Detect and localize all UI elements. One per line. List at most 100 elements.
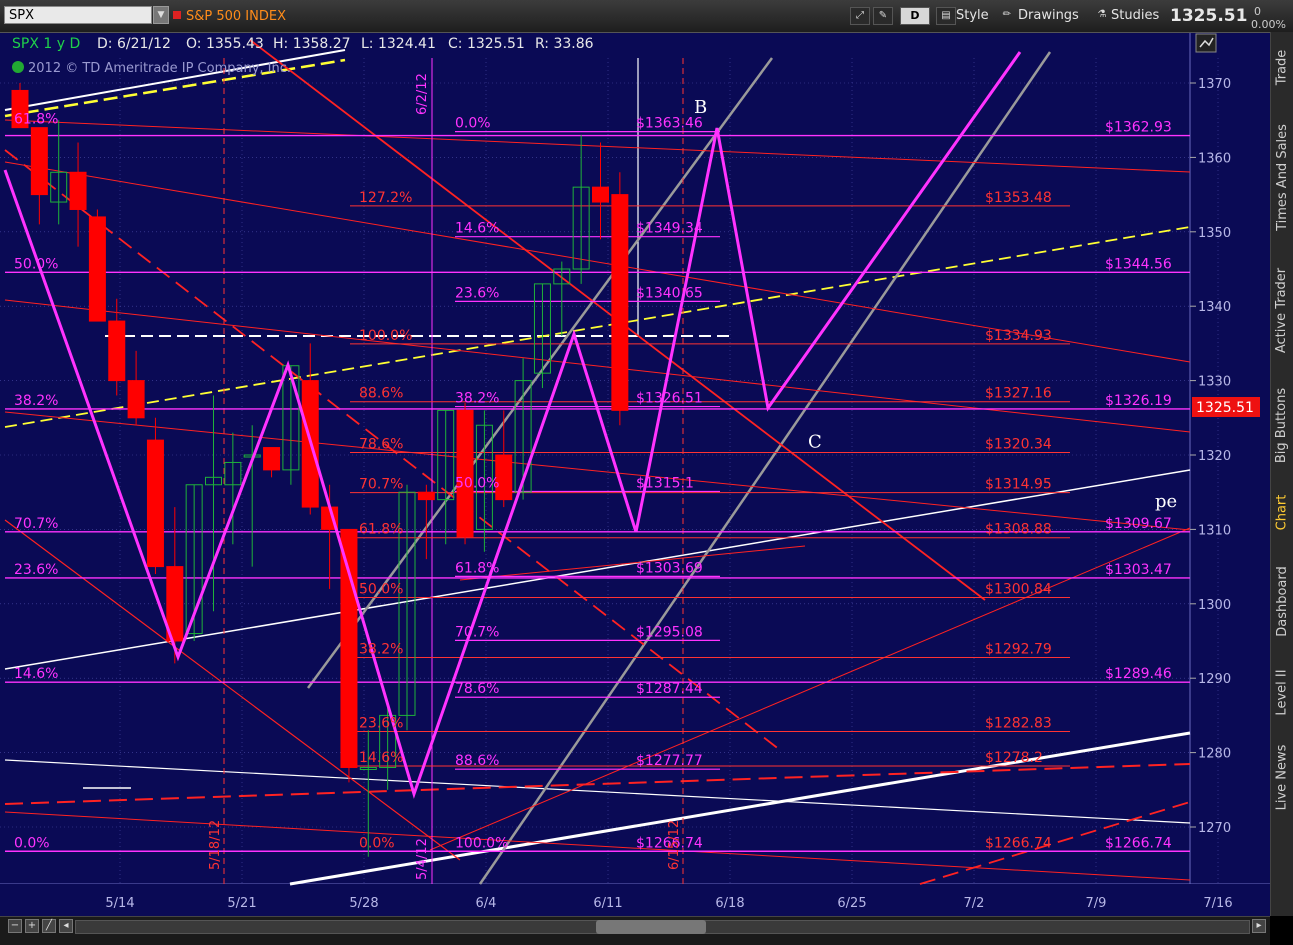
percent-change: 0.00% (1251, 18, 1286, 31)
y-tick-label-2: 1290 (1198, 672, 1231, 687)
sidebar-tab-active-trader[interactable]: Active Trader (1272, 255, 1292, 365)
x-tick-label-3: 6/4 (476, 896, 497, 911)
scroll-left-icon[interactable]: ◂ (59, 919, 73, 933)
y-tick-label-8: 1350 (1198, 226, 1231, 241)
crosshair-icon[interactable]: ⤢ (850, 7, 870, 25)
fib-left-pct-6: 0.0% (14, 835, 50, 851)
candle-body-21 (417, 491, 435, 501)
price-level-label-4: $1327.16 (985, 386, 1052, 402)
chevron-down-icon[interactable]: ▼ (153, 6, 169, 24)
price-change: 0 (1254, 5, 1261, 18)
y-tick-label-3: 1300 (1198, 598, 1231, 613)
fib-mid-price-1: $1349.34 (636, 221, 703, 237)
header-interval[interactable]: SPX 1 y D (12, 36, 80, 52)
fib-mid-pct-4: 50.0% (455, 475, 499, 491)
fib-red-pct-6: 50.0% (359, 582, 403, 598)
scroll-thumb[interactable] (596, 920, 706, 934)
sidebar-tab-level-ii[interactable]: Level II (1272, 660, 1292, 725)
fib-red-pct-9: 14.6% (359, 750, 403, 766)
price-level-label-16: $1266.74 (985, 835, 1052, 851)
fib-left-pct-2: 38.2% (14, 393, 58, 409)
x-tick-label-5: 6/18 (715, 896, 744, 911)
date-label-0: 6/2/12 (415, 73, 430, 115)
y-tick-label-10: 1370 (1198, 77, 1231, 92)
header-range: R: 33.86 (535, 36, 594, 52)
price-level-label-15: $1278.2 (985, 750, 1043, 766)
scroll-right-icon[interactable]: ▸ (1252, 919, 1266, 933)
flag-icon (173, 11, 181, 19)
sidebar-tab-dashboard[interactable]: Dashboard (1272, 555, 1292, 647)
fib-red-pct-5: 61.8% (359, 522, 403, 538)
fib-mid-pct-0: 0.0% (455, 116, 491, 132)
fib-left-pct-4: 23.6% (14, 562, 58, 578)
price-level-label-8: $1309.67 (1105, 516, 1172, 532)
sidebar-tab-chart[interactable]: Chart (1272, 482, 1292, 542)
fib-mid-pct-6: 70.7% (455, 624, 499, 640)
x-tick-label-2: 5/28 (349, 896, 378, 911)
candle-body-1 (30, 127, 48, 196)
candle-body-6 (127, 380, 145, 419)
price-level-label-6: $1320.34 (985, 436, 1052, 452)
draw-line-icon[interactable]: ╱ (42, 919, 56, 933)
wrench-icon[interactable]: ✎ (873, 7, 893, 25)
sidebar-tab-big-buttons[interactable]: Big Buttons (1272, 375, 1292, 475)
date-label-1: 5/18/12 (208, 820, 223, 870)
fib-mid-pct-5: 61.8% (455, 560, 499, 576)
fib-red-pct-0: 127.2% (359, 190, 412, 206)
zoom-in-icon[interactable]: + (25, 919, 39, 933)
studies-button[interactable]: Studies (1111, 8, 1159, 23)
style-button[interactable]: Style (956, 8, 989, 23)
price-level-label-13: $1289.46 (1105, 666, 1172, 682)
y-tick-label-0: 1270 (1198, 821, 1231, 836)
y-tick-label-7: 1340 (1198, 300, 1231, 315)
drawings-button[interactable]: Drawings (1018, 8, 1079, 23)
price-level-label-0: $1362.93 (1105, 120, 1172, 136)
price-level-label-2: $1344.56 (1105, 256, 1172, 272)
x-tick-label-9: 7/16 (1203, 896, 1232, 911)
fib-red-pct-8: 23.6% (359, 716, 403, 732)
fib-mid-price-2: $1340.65 (636, 285, 703, 301)
price-level-label-3: $1334.93 (985, 328, 1052, 344)
sidebar-tab-trade[interactable]: Trade (1272, 36, 1292, 98)
x-tick-label-1: 5/21 (227, 896, 256, 911)
price-level-label-11: $1300.84 (985, 582, 1052, 598)
last-price: 1325.51 (1170, 6, 1248, 26)
header-open: O: 1355.43 (186, 36, 264, 52)
studies-icon[interactable]: ⚗ (1093, 7, 1111, 25)
time-axis-background (0, 884, 1270, 916)
edge-text: pe (1155, 491, 1177, 512)
pencil-icon[interactable]: ✏ (998, 7, 1016, 25)
sidebar-tab-times-and-sales[interactable]: Times And Sales (1272, 110, 1292, 245)
symbol-input[interactable]: SPX (4, 6, 152, 24)
y-tick-label-5: 1320 (1198, 449, 1231, 464)
header-high: H: 1358.27 (273, 36, 351, 52)
period-button[interactable]: D (900, 7, 930, 25)
status-dot-icon (12, 61, 24, 73)
chart-area[interactable]: $1362.93 $1353.48 $1344.56 $1334.93 $1327.16… (0, 0, 1293, 944)
fib-mid-price-0: $1363.46 (636, 116, 703, 132)
header-close: C: 1325.51 (448, 36, 525, 52)
copyright-text: 2012 © TD Ameritrade IP Company, Inc. (28, 61, 291, 76)
fib-mid-pct-3: 38.2% (455, 391, 499, 407)
price-level-label-12: $1292.79 (985, 641, 1052, 657)
candle-body-4 (88, 216, 106, 322)
style-icon[interactable]: ▤ (936, 7, 956, 25)
x-tick-label-4: 6/11 (593, 896, 622, 911)
x-tick-label-6: 6/25 (837, 896, 866, 911)
header-low: L: 1324.41 (361, 36, 436, 52)
candle-body-23 (456, 409, 474, 538)
fib-left-pct-1: 50.0% (14, 256, 58, 272)
price-level-label-9: $1308.88 (985, 522, 1052, 538)
y-tick-label-6: 1330 (1198, 375, 1231, 390)
sidebar-tab-live-news[interactable]: Live News (1272, 735, 1292, 820)
x-tick-label-8: 7/9 (1086, 896, 1107, 911)
price-level-label-10: $1303.47 (1105, 562, 1172, 578)
zoom-out-icon[interactable]: − (8, 919, 22, 933)
y-tick-label-1: 1280 (1198, 747, 1231, 762)
fib-left-pct-3: 70.7% (14, 516, 58, 532)
candle-body-5 (108, 320, 126, 382)
price-level-label-14: $1282.83 (985, 716, 1052, 732)
fib-mid-pct-2: 23.6% (455, 285, 499, 301)
fib-red-pct-4: 70.7% (359, 477, 403, 493)
price-level-label-1: $1353.48 (985, 190, 1052, 206)
